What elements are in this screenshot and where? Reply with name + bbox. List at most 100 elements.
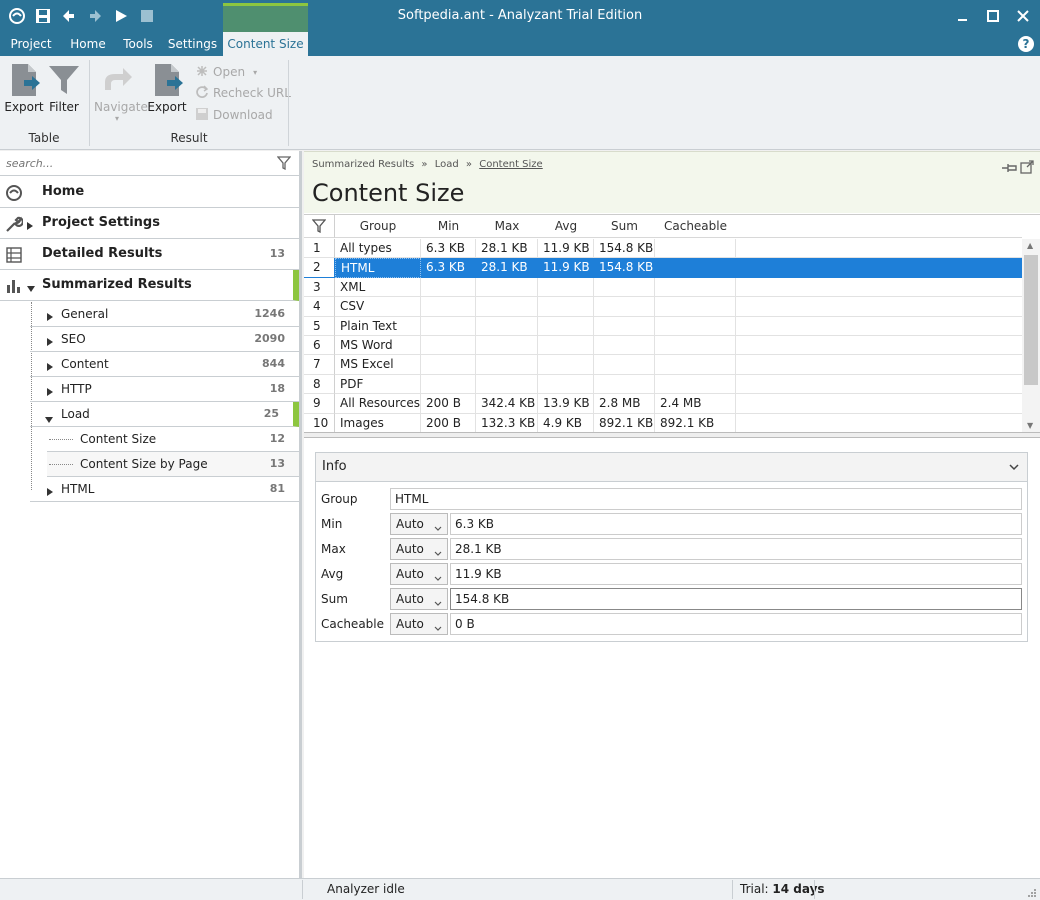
row-number[interactable]: 10 xyxy=(304,413,335,433)
table-cell[interactable] xyxy=(594,374,655,395)
table-cell[interactable] xyxy=(476,355,538,375)
column-header-cacheable[interactable]: Cacheable xyxy=(655,215,736,238)
help-icon[interactable]: ? xyxy=(1018,36,1034,52)
close-button[interactable] xyxy=(1006,4,1040,28)
table-cell[interactable]: 28.1 KB xyxy=(476,258,538,278)
breadcrumb-summarized-results[interactable]: Summarized Results xyxy=(312,159,414,170)
avg-value-field[interactable]: 11.9 KB xyxy=(450,563,1022,585)
table-cell[interactable]: 154.8 KB xyxy=(594,258,655,278)
table-row[interactable]: 3 XML xyxy=(304,277,1022,298)
nav-summarized-results[interactable]: Summarized Results xyxy=(0,270,299,301)
collapse-arrow-icon[interactable] xyxy=(27,281,35,296)
cacheable-mode-select[interactable]: Auto xyxy=(390,613,448,635)
pin-icon[interactable] xyxy=(1002,162,1018,177)
nav-item-general[interactable]: General 1246 xyxy=(30,302,299,327)
recheck-url-button[interactable]: Recheck URL xyxy=(195,84,291,102)
row-number[interactable]: 3 xyxy=(304,277,335,298)
column-header-avg[interactable]: Avg xyxy=(538,215,594,238)
table-cell[interactable] xyxy=(655,316,736,336)
table-cell[interactable] xyxy=(538,277,594,298)
nav-item-seo[interactable]: SEO 2090 xyxy=(30,327,299,352)
tab-project[interactable]: Project xyxy=(0,32,62,56)
nav-home[interactable]: Home xyxy=(0,177,299,208)
table-cell[interactable] xyxy=(538,316,594,336)
panel-splitter[interactable] xyxy=(304,432,1040,438)
table-cell[interactable]: 200 B xyxy=(421,413,476,433)
expand-arrow-icon[interactable] xyxy=(47,335,53,349)
vertical-scrollbar[interactable]: ▲ ▼ xyxy=(1022,239,1040,432)
info-group-field[interactable]: HTML xyxy=(390,488,1022,510)
nav-item-content-size[interactable]: Content Size 12 xyxy=(47,427,299,452)
tab-home[interactable]: Home xyxy=(62,32,114,56)
nav-item-http[interactable]: HTTP 18 xyxy=(30,377,299,402)
table-cell[interactable] xyxy=(476,336,538,356)
table-row[interactable]: 1 All types 6.3 KB 28.1 KB 11.9 KB 154.8 KB xyxy=(304,239,1022,259)
table-cell[interactable] xyxy=(538,374,594,395)
table-cell[interactable]: 132.3 KB xyxy=(476,413,538,433)
table-cell[interactable]: 2.4 MB xyxy=(655,394,736,414)
table-row[interactable]: 5 Plain Text xyxy=(304,316,1022,336)
filter-button[interactable]: Filter xyxy=(42,62,86,120)
table-cell[interactable]: 2.8 MB xyxy=(594,394,655,414)
open-button[interactable]: Open ▾ xyxy=(195,63,257,81)
table-cell[interactable]: 342.4 KB xyxy=(476,394,538,414)
table-cell[interactable]: All Resources xyxy=(335,394,421,414)
table-row[interactable]: 9 All Resources 200 B 342.4 KB 13.9 KB 2.8 MB… xyxy=(304,394,1022,414)
row-number[interactable]: 5 xyxy=(304,316,335,336)
export-result-button[interactable]: Export xyxy=(145,62,189,120)
sum-mode-select[interactable]: Auto xyxy=(390,588,448,610)
table-cell[interactable]: 154.8 KB xyxy=(594,239,655,259)
table-cell[interactable]: Plain Text xyxy=(335,316,421,336)
download-button[interactable]: Download xyxy=(195,106,273,124)
table-cell[interactable]: MS Excel xyxy=(335,355,421,375)
breadcrumb-load[interactable]: Load xyxy=(435,159,459,170)
table-cell[interactable]: 4.9 KB xyxy=(538,413,594,433)
max-value-field[interactable]: 28.1 KB xyxy=(450,538,1022,560)
scrollbar-thumb[interactable] xyxy=(1024,255,1038,385)
table-cell[interactable] xyxy=(655,277,736,298)
table-row[interactable]: 8 PDF xyxy=(304,374,1022,395)
table-cell[interactable] xyxy=(538,355,594,375)
nav-item-content-size-by-page[interactable]: Content Size by Page 13 xyxy=(47,452,299,477)
chevron-down-icon[interactable] xyxy=(1009,461,1019,475)
table-row[interactable]: 10 Images 200 B 132.3 KB 4.9 KB 892.1 KB 892.1… xyxy=(304,413,1022,433)
column-header-group[interactable]: Group xyxy=(335,215,421,238)
table-cell[interactable]: All types xyxy=(335,239,421,259)
expand-arrow-icon[interactable] xyxy=(47,310,53,324)
info-panel-header[interactable]: Info xyxy=(316,453,1027,482)
table-cell[interactable]: 11.9 KB xyxy=(538,258,594,278)
table-cell[interactable] xyxy=(538,297,594,317)
min-value-field[interactable]: 6.3 KB xyxy=(450,513,1022,535)
table-cell[interactable]: XML xyxy=(335,277,421,298)
tab-settings[interactable]: Settings xyxy=(162,32,223,56)
table-cell[interactable]: 892.1 KB xyxy=(655,413,736,433)
table-cell[interactable] xyxy=(594,355,655,375)
breadcrumb-content-size[interactable]: Content Size xyxy=(479,159,542,170)
table-cell[interactable] xyxy=(538,336,594,356)
table-cell[interactable]: 200 B xyxy=(421,394,476,414)
nav-detailed-results[interactable]: Detailed Results 13 xyxy=(0,239,299,270)
table-cell[interactable] xyxy=(421,277,476,298)
table-cell[interactable] xyxy=(655,336,736,356)
table-cell[interactable] xyxy=(594,297,655,317)
table-cell[interactable] xyxy=(421,297,476,317)
expand-arrow-icon[interactable] xyxy=(47,485,53,499)
table-cell[interactable] xyxy=(655,258,736,278)
nav-project-settings[interactable]: Project Settings xyxy=(0,208,299,239)
cacheable-value-field[interactable]: 0 B xyxy=(450,613,1022,635)
scroll-up-icon[interactable]: ▲ xyxy=(1027,241,1033,250)
column-header-min[interactable]: Min xyxy=(421,215,476,238)
minimize-button[interactable] xyxy=(946,4,980,28)
table-cell[interactable] xyxy=(476,316,538,336)
export-table-button[interactable]: Export xyxy=(2,62,46,120)
table-cell[interactable] xyxy=(476,297,538,317)
table-cell[interactable]: Images xyxy=(335,413,421,433)
table-cell[interactable] xyxy=(655,239,736,259)
table-cell[interactable] xyxy=(421,316,476,336)
table-cell[interactable]: 11.9 KB xyxy=(538,239,594,259)
navigate-button[interactable]: Navigate ▾ xyxy=(94,62,148,123)
column-header-max[interactable]: Max xyxy=(476,215,538,238)
expand-arrow-icon[interactable] xyxy=(27,219,33,234)
table-cell[interactable]: HTML xyxy=(335,258,421,278)
table-row[interactable]: 6 MS Word xyxy=(304,336,1022,356)
